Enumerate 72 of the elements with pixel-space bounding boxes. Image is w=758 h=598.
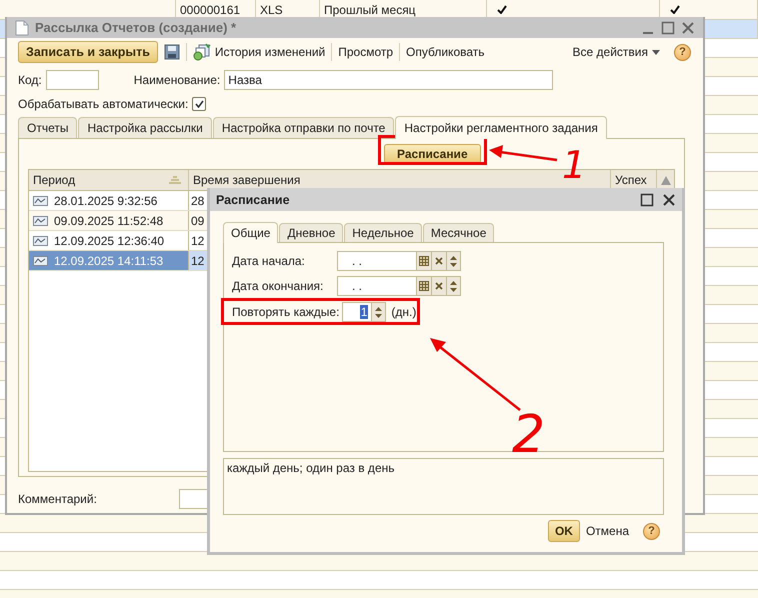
row-icon xyxy=(33,236,48,246)
schedule-button[interactable]: Расписание xyxy=(384,144,481,164)
save-close-button[interactable]: Записать и закрыть xyxy=(18,41,158,63)
table-cell: 12.09.2025 14:11:53 xyxy=(54,254,164,268)
field-label: Повторять каждые: xyxy=(232,305,340,319)
calendar-button[interactable] xyxy=(417,251,432,271)
field-label: Обрабатывать автоматически: xyxy=(18,97,188,111)
table-cell: 12.09.2025 12:36:40 xyxy=(54,234,164,248)
code-field[interactable] xyxy=(46,70,99,90)
window-title: Расписание xyxy=(216,192,290,206)
down-arrow-icon[interactable] xyxy=(375,314,382,318)
tab[interactable]: Недельное xyxy=(344,223,422,242)
clear-button[interactable] xyxy=(432,251,447,271)
tab[interactable]: Месячное xyxy=(422,223,494,242)
field-label: Дата окончания: xyxy=(232,279,324,293)
help-button[interactable]: ? xyxy=(674,44,691,60)
date-field[interactable]: . . xyxy=(337,276,417,296)
document-icon xyxy=(15,20,29,36)
unit-label: (дн.) xyxy=(391,305,416,319)
name-field[interactable]: Назва xyxy=(224,70,554,90)
table-cell: 28.01.2025 9:32:56 xyxy=(54,194,158,208)
schedule-description: каждый день; один раз в день xyxy=(223,458,664,515)
all-actions-button[interactable]: Все действия xyxy=(572,41,660,63)
tab[interactable]: Дневное xyxy=(279,223,344,242)
window-title: Рассылка Отчетов (создание) * xyxy=(35,20,236,35)
table-cell: XLS xyxy=(260,2,283,16)
history-button[interactable]: История изменений xyxy=(192,41,326,63)
tab[interactable]: Общие xyxy=(223,222,278,243)
field-label: Код: xyxy=(18,73,42,87)
sort-icon xyxy=(168,176,182,184)
field-label: Дата начала: xyxy=(232,254,306,268)
repeat-field[interactable]: 1 xyxy=(342,302,372,322)
clear-button[interactable] xyxy=(432,276,447,296)
tab[interactable]: Отчеты xyxy=(18,117,78,138)
calendar-icon xyxy=(419,281,429,291)
date-field[interactable]: . . xyxy=(337,251,417,271)
clear-icon xyxy=(435,282,443,290)
field-label: Наименование: xyxy=(134,73,220,87)
column-header[interactable]: Период xyxy=(29,170,189,190)
checkbox[interactable] xyxy=(192,97,206,111)
up-arrow-icon[interactable] xyxy=(375,306,382,310)
cancel-button[interactable]: Отмена xyxy=(586,520,629,542)
up-arrow-icon[interactable] xyxy=(450,280,457,284)
table-cell: Прошлый месяц xyxy=(324,2,416,16)
up-arrow-icon[interactable] xyxy=(450,256,457,260)
field-label: Комментарий: xyxy=(18,492,97,506)
spinner[interactable] xyxy=(447,276,461,296)
row-icon xyxy=(33,216,48,226)
spinner[interactable] xyxy=(447,251,461,271)
down-arrow-icon[interactable] xyxy=(450,262,457,266)
clear-icon xyxy=(435,257,443,265)
calendar-button[interactable] xyxy=(417,276,432,296)
caret-icon xyxy=(652,50,660,54)
preview-button[interactable]: Просмотр xyxy=(338,41,394,63)
annotation-arrow xyxy=(489,145,558,162)
tab[interactable]: Настройка отправки по почте xyxy=(212,117,394,138)
maximize-icon[interactable] xyxy=(640,192,654,206)
down-arrow-icon[interactable] xyxy=(450,288,457,292)
row-icon xyxy=(33,256,48,266)
row-icon xyxy=(33,196,48,206)
calendar-icon xyxy=(419,256,429,266)
save-icon[interactable] xyxy=(164,44,180,60)
publish-button[interactable]: Опубликовать xyxy=(406,41,485,63)
table-cell: 09.09.2025 11:52:48 xyxy=(54,214,164,228)
tab[interactable]: Настройки регламентного задания xyxy=(395,116,607,139)
close-icon[interactable] xyxy=(662,192,676,206)
spinner[interactable] xyxy=(372,302,386,322)
history-icon xyxy=(192,43,211,61)
table-cell: 000000161 xyxy=(180,2,240,16)
help-button[interactable]: ? xyxy=(643,522,660,540)
ok-button[interactable]: OK xyxy=(548,520,580,542)
tab[interactable]: Настройка рассылки xyxy=(78,117,212,138)
